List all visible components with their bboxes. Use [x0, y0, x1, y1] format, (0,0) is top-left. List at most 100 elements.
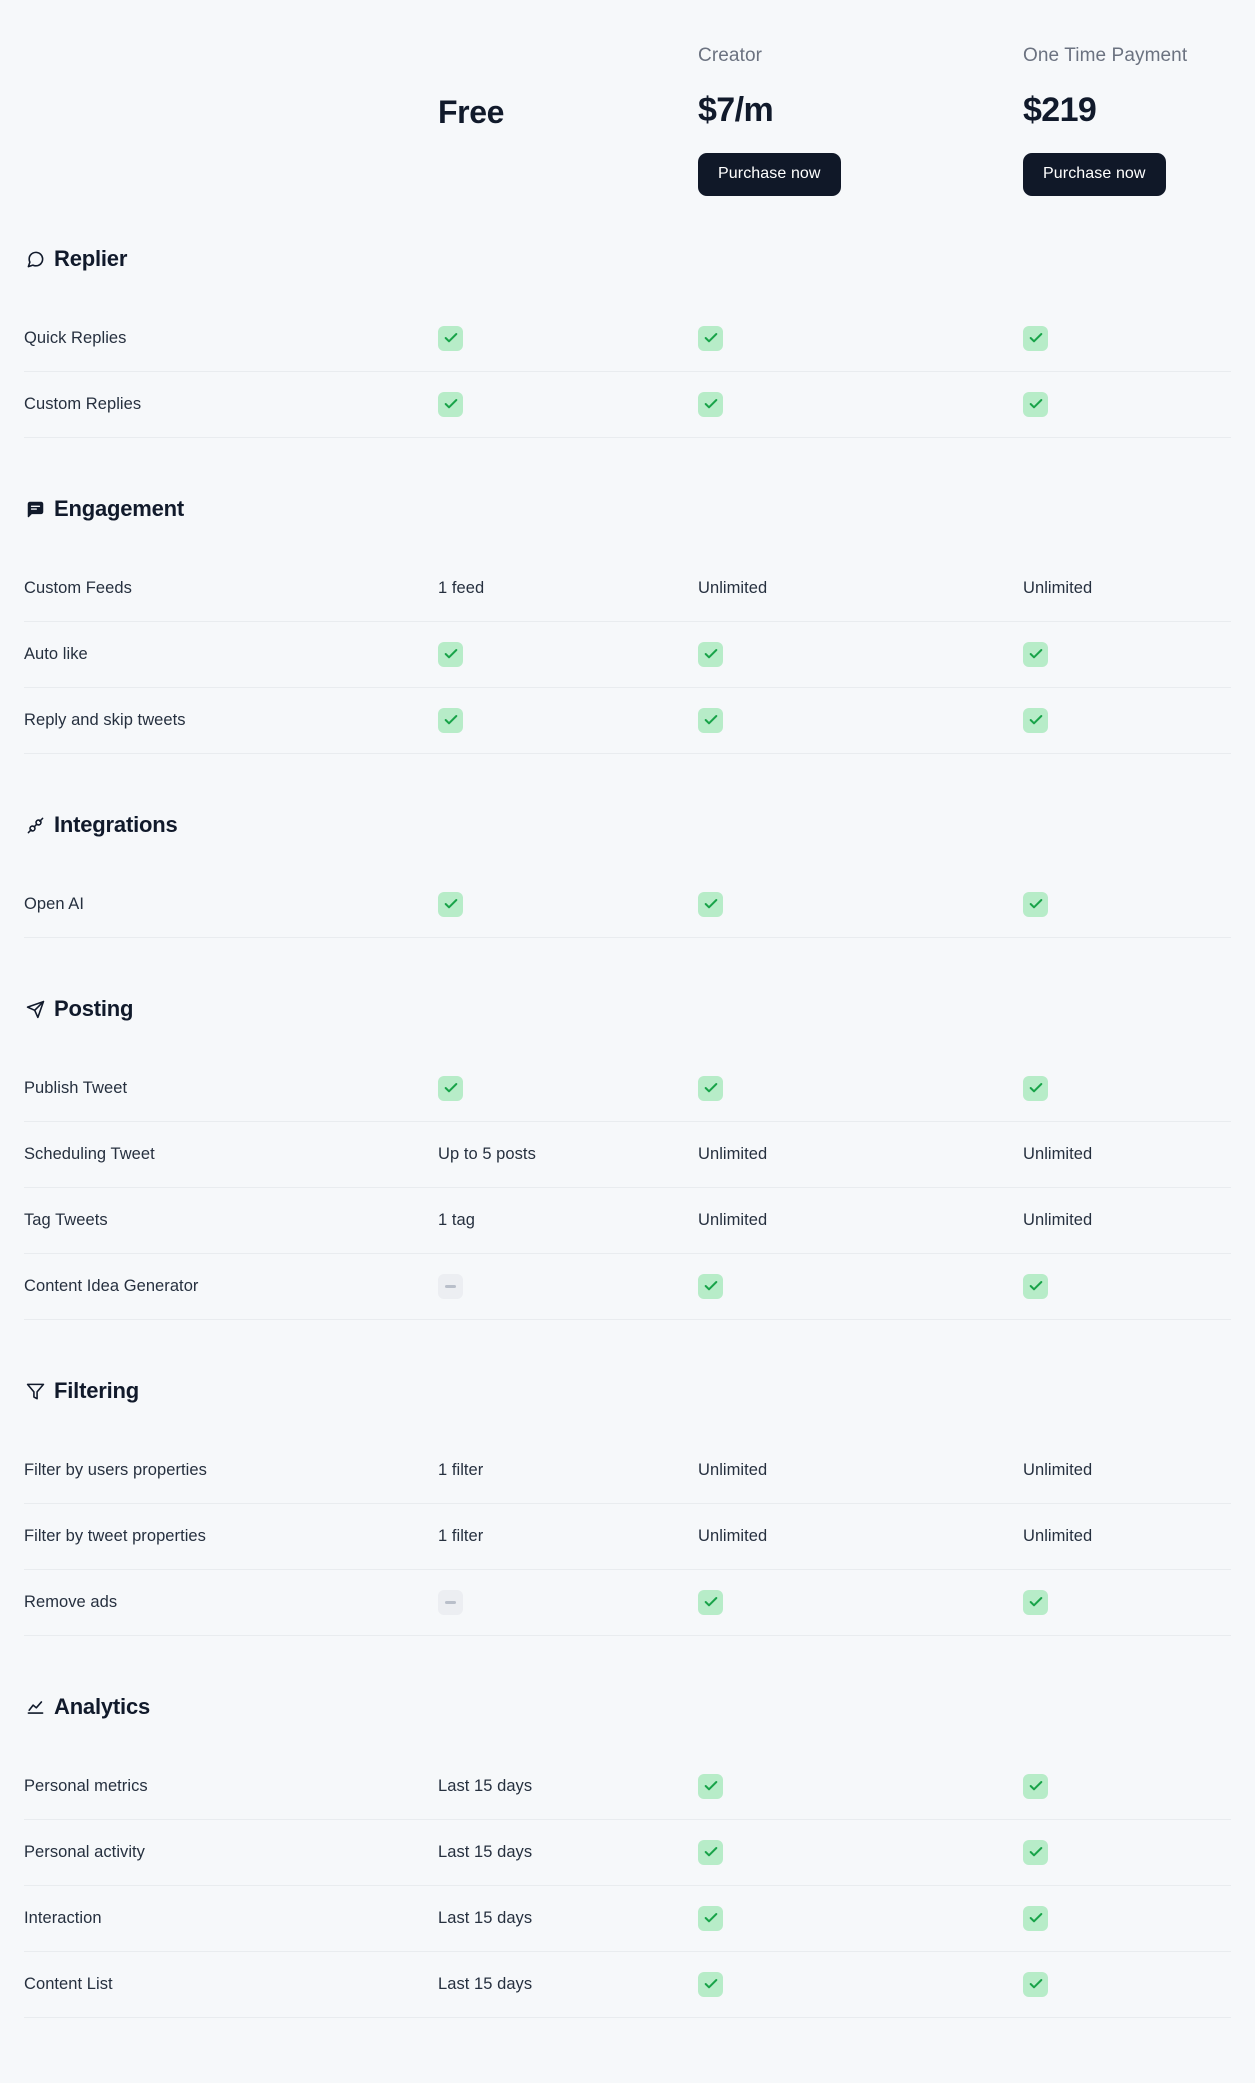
check-icon-creator: [698, 1839, 1023, 1866]
feature-value-free: 1 feed: [438, 579, 485, 597]
table-row: Personal metrics Last 15 days: [24, 1754, 1231, 1820]
sections-container: Replier Quick Replies Custom Replies Engage…: [24, 230, 1231, 2018]
section-analytics: Analytics Personal metrics Last 15 days Per…: [24, 1678, 1231, 2018]
dash-icon-free: [438, 1274, 698, 1299]
check-icon-creator: [698, 1075, 1023, 1102]
feature-value-creator: Unlimited: [698, 1527, 768, 1545]
check-icon: [438, 891, 463, 917]
check-icon-one-time-payment: [1023, 1839, 1231, 1866]
check-icon: [698, 1971, 723, 1997]
table-row: Publish Tweet: [24, 1056, 1231, 1122]
check-icon: [698, 1839, 723, 1865]
check-icon: [698, 1773, 723, 1799]
table-row: Auto like: [24, 622, 1231, 688]
section-title-spacer: [24, 538, 1231, 556]
feature-value-one-time-payment: Unlimited: [1023, 1145, 1093, 1163]
table-row: Custom Replies: [24, 372, 1231, 438]
table-row: Quick Replies: [24, 306, 1231, 372]
check-icon: [438, 325, 463, 351]
plan-price-free: Free: [438, 94, 504, 130]
section-filtering: Filtering Filter by users properties 1 fil…: [24, 1362, 1231, 1636]
feature-label: Open AI: [24, 895, 84, 913]
plan-column-one-time-payment: One Time Payment $219 Purchase now: [1023, 46, 1231, 196]
section-title-analytics: Analytics: [54, 1694, 151, 1719]
check-icon-one-time-payment: [1023, 1589, 1231, 1616]
check-icon-free: [438, 325, 698, 352]
minus-icon: [438, 1274, 463, 1299]
top-spacer: [24, 0, 1231, 12]
table-row: Open AI: [24, 872, 1231, 938]
check-icon: [1023, 1075, 1048, 1101]
feature-value-free: 1 filter: [438, 1461, 484, 1479]
check-icon: [438, 707, 463, 733]
check-icon: [1023, 1589, 1048, 1615]
section-title-posting: Posting: [54, 996, 134, 1021]
feature-value-one-time-payment: Unlimited: [1023, 1527, 1093, 1545]
check-icon-one-time-payment: [1023, 325, 1231, 352]
check-icon-free: [438, 707, 698, 734]
check-icon-creator: [698, 1773, 1023, 1800]
section-header-filtering: Filtering: [24, 1362, 1231, 1420]
check-icon: [698, 1905, 723, 1931]
feature-label: Content Idea Generator: [24, 1277, 199, 1295]
check-icon-creator: [698, 1273, 1023, 1300]
section-header-engagement: Engagement: [24, 480, 1231, 538]
check-icon-free: [438, 1075, 698, 1102]
check-icon-creator: [698, 641, 1023, 668]
check-icon-one-time-payment: [1023, 641, 1231, 668]
section-title-spacer: [24, 1736, 1231, 1754]
paper-plane-icon: [25, 999, 45, 1019]
check-icon: [438, 1075, 463, 1101]
section-header-posting: Posting: [24, 980, 1231, 1038]
section-title-integrations: Integrations: [54, 812, 178, 837]
check-icon: [1023, 325, 1048, 351]
section-replier: Replier Quick Replies Custom Replies: [24, 230, 1231, 438]
check-icon: [698, 1075, 723, 1101]
feature-label: Personal activity: [24, 1843, 145, 1861]
plan-name-one-time-payment: One Time Payment: [1023, 45, 1188, 66]
feature-label: Personal metrics: [24, 1777, 148, 1795]
section-posting: Posting Publish Tweet Scheduling Tweet Up t…: [24, 980, 1231, 1320]
feature-value-one-time-payment: Unlimited: [1023, 579, 1093, 597]
table-row: Interaction Last 15 days: [24, 1886, 1231, 1952]
feature-value-free: Last 15 days: [438, 1909, 533, 1927]
check-icon-one-time-payment: [1023, 1905, 1231, 1932]
feature-label: Publish Tweet: [24, 1079, 128, 1097]
table-row: Scheduling Tweet Up to 5 posts Unlimited Un…: [24, 1122, 1231, 1188]
feature-label: Reply and skip tweets: [24, 711, 186, 729]
check-icon-one-time-payment: [1023, 891, 1231, 918]
check-icon: [438, 391, 463, 417]
minus-icon: [438, 1590, 463, 1615]
check-icon: [698, 391, 723, 417]
check-icon-one-time-payment: [1023, 707, 1231, 734]
purchase-now-button-creator[interactable]: Purchase now: [698, 153, 841, 196]
feature-label: Scheduling Tweet: [24, 1145, 155, 1163]
check-icon: [1023, 641, 1048, 667]
feature-value-free: Up to 5 posts: [438, 1145, 536, 1163]
check-icon-creator: [698, 325, 1023, 352]
check-icon: [698, 641, 723, 667]
message-square-icon: [25, 499, 45, 519]
feature-value-creator: Unlimited: [698, 1145, 768, 1163]
section-title-filtering: Filtering: [54, 1378, 139, 1403]
plan-price-creator: $7/m: [698, 91, 774, 129]
feature-value-one-time-payment: Unlimited: [1023, 1461, 1093, 1479]
purchase-now-button-one-time-payment[interactable]: Purchase now: [1023, 153, 1166, 196]
section-title-spacer: [24, 854, 1231, 872]
feature-label: Remove ads: [24, 1593, 118, 1611]
check-icon-one-time-payment: [1023, 1773, 1231, 1800]
plan-column-free: Free: [438, 46, 698, 128]
feature-label: Quick Replies: [24, 329, 127, 347]
feature-value-free: Last 15 days: [438, 1843, 533, 1861]
section-title-spacer: [24, 1038, 1231, 1056]
table-row: Custom Feeds 1 feed Unlimited Unlimited: [24, 556, 1231, 622]
check-icon-creator: [698, 707, 1023, 734]
plug-connector-icon: [25, 815, 45, 835]
funnel-icon: [25, 1381, 45, 1401]
dash-icon-free: [438, 1590, 698, 1615]
check-icon-creator: [698, 891, 1023, 918]
check-icon: [1023, 391, 1048, 417]
